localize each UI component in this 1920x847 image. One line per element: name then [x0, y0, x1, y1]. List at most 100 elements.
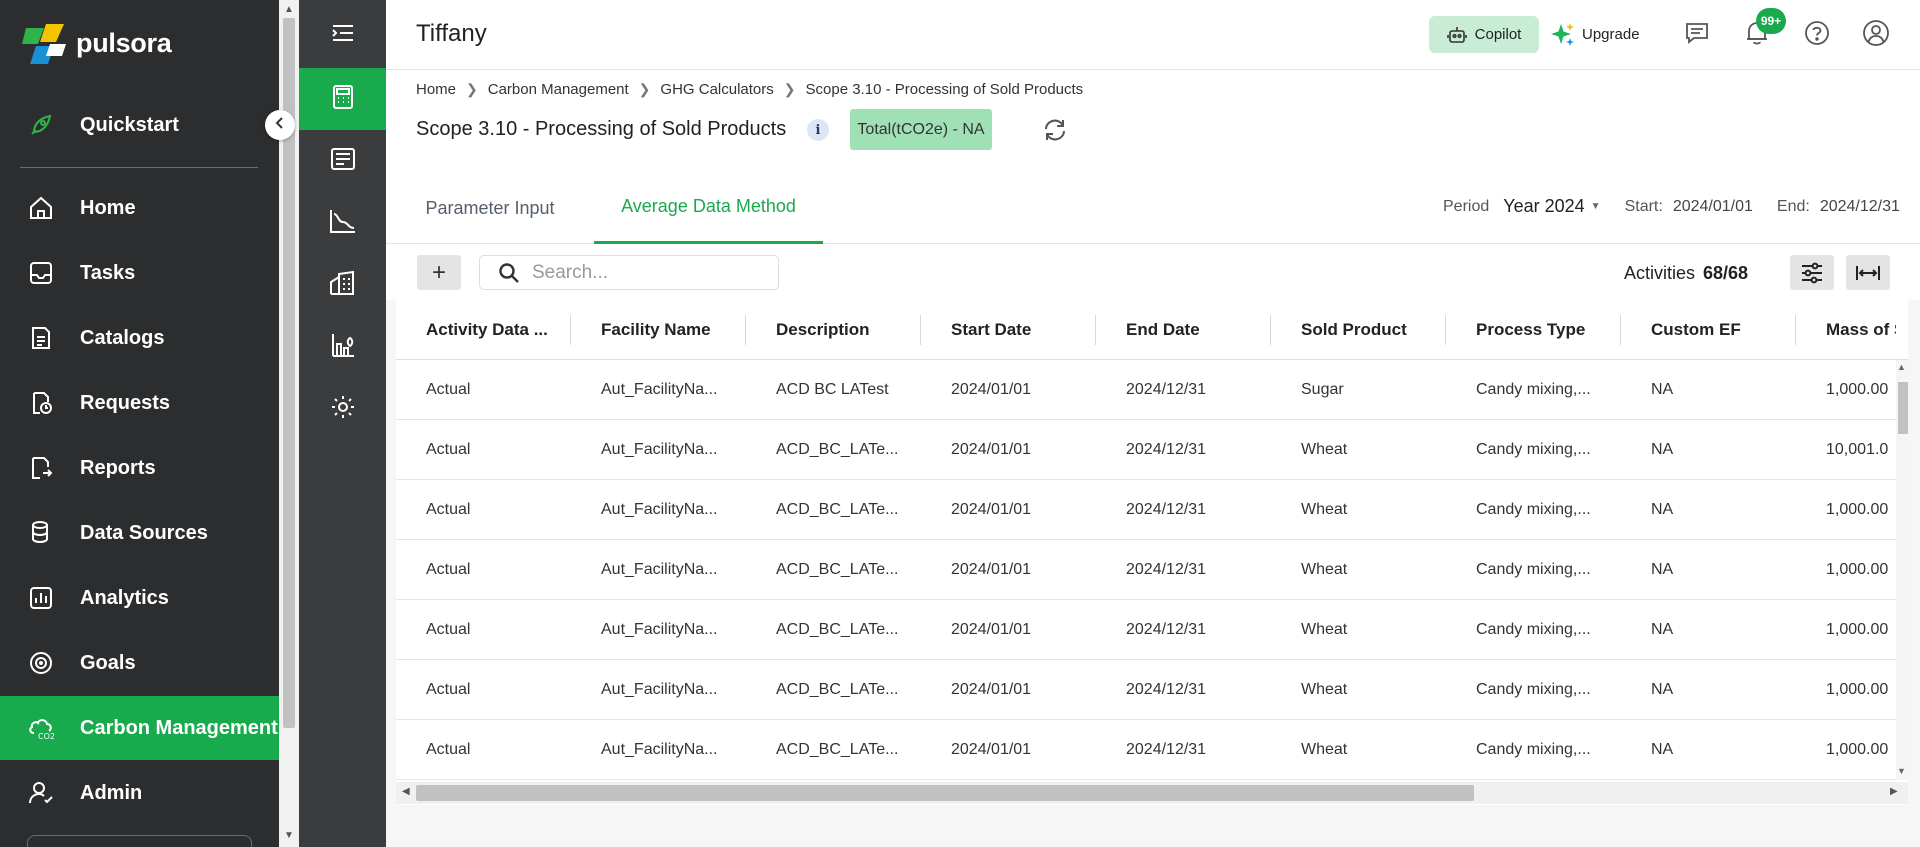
refresh-icon[interactable] [1042, 117, 1068, 143]
header-label: Custom EF [1651, 320, 1741, 339]
header-label: End Date [1126, 320, 1200, 339]
table-horizontal-scrollbar[interactable]: ◀ ▶ [396, 782, 1908, 804]
nav-item-admin[interactable]: Admin [0, 761, 279, 825]
rail-trends[interactable] [299, 192, 386, 254]
column-header-activity-data[interactable]: Activity Data ... [396, 300, 571, 360]
brand-logo[interactable]: pulsora [22, 20, 172, 66]
header-label: Activity Data ... [426, 320, 548, 339]
breadcrumb-carbon-management[interactable]: Carbon Management [488, 81, 629, 98]
line-chart-icon [329, 208, 357, 239]
upgrade-button[interactable]: Upgrade [1550, 16, 1640, 53]
cell-facility-name: Aut_FacilityNa... [601, 681, 718, 698]
user-profile-button[interactable] [1861, 19, 1891, 50]
scroll-right-arrow-icon[interactable]: ▶ [1890, 786, 1898, 797]
period-dropdown[interactable]: Year 2024 [1503, 196, 1584, 217]
cell-end-date: 2024/12/31 [1126, 621, 1207, 638]
filter-settings-button[interactable] [1790, 255, 1834, 290]
scroll-left-arrow-icon[interactable]: ◀ [402, 786, 410, 797]
rail-settings[interactable] [299, 378, 386, 440]
rail-facilities[interactable] [299, 254, 386, 316]
breadcrumb-current: Scope 3.10 - Processing of Sold Products [805, 81, 1084, 98]
column-header-start-date[interactable]: Start Date [921, 300, 1096, 360]
search-field[interactable] [479, 255, 779, 290]
tab-average-data-method[interactable]: Average Data Method [594, 172, 823, 244]
scroll-up-arrow-icon[interactable]: ▲ [283, 4, 295, 16]
info-icon[interactable]: i [807, 119, 829, 141]
fit-columns-button[interactable] [1846, 255, 1890, 290]
nav-label: Data Sources [80, 521, 208, 544]
cell-facility-name: Aut_FacilityNa... [601, 381, 718, 398]
scrollbar-thumb[interactable] [1898, 382, 1908, 434]
column-header-custom-ef[interactable]: Custom EF [1621, 300, 1796, 360]
cell-description: ACD_BC_LATe... [776, 621, 899, 638]
help-button[interactable] [1802, 20, 1832, 50]
rail-menu-toggle[interactable] [299, 4, 386, 66]
table-row[interactable]: Actual Aut_FacilityNa... ACD_BC_LATe... 202… [396, 660, 1908, 720]
upgrade-label: Upgrade [1582, 26, 1640, 43]
nav-bottom-panel[interactable] [27, 835, 252, 847]
nav-item-goals[interactable]: Goals [0, 631, 279, 695]
table-row[interactable]: Actual Aut_FacilityNa... ACD_BC_LATe... 202… [396, 480, 1908, 540]
nav-item-tasks[interactable]: Tasks [0, 241, 279, 305]
nav-item-carbon-management[interactable]: CO2 Carbon Management [0, 696, 279, 760]
nav-item-analytics[interactable]: Analytics [0, 566, 279, 630]
tab-parameter-input[interactable]: Parameter Input [386, 172, 594, 244]
column-header-facility-name[interactable]: Facility Name [571, 300, 746, 360]
chevron-right-icon: ❯ [783, 81, 796, 97]
main-content: Tiffany Copilot Upgrade 99+ Home ❯ Carbo… [386, 0, 1920, 847]
cell-activity-data: Actual [426, 501, 471, 518]
nav-item-requests[interactable]: Requests [0, 371, 279, 435]
table-row[interactable]: Actual Aut_FacilityNa... ACD_BC_LATe... 202… [396, 420, 1908, 480]
cell-custom-ef: NA [1651, 441, 1674, 458]
nav-label: Admin [80, 781, 143, 804]
secondary-rail [299, 0, 386, 847]
copilot-label: Copilot [1474, 26, 1522, 43]
column-header-mass-of-sold[interactable]: Mass of So [1796, 300, 1896, 360]
breadcrumb-ghg-calculators[interactable]: GHG Calculators [660, 81, 773, 98]
admin-user-icon [26, 778, 56, 808]
column-header-description[interactable]: Description [746, 300, 921, 360]
table-row[interactable]: Actual Aut_FacilityNa... ACD_BC_LATe... 202… [396, 720, 1908, 780]
messages-button[interactable] [1682, 20, 1712, 50]
column-header-sold-product[interactable]: Sold Product [1271, 300, 1446, 360]
settings-icon [330, 394, 356, 425]
table-row[interactable]: Actual Aut_FacilityNa... ACD_BC_LATe... 202… [396, 600, 1908, 660]
cell-description: ACD_BC_LATe... [776, 501, 899, 518]
rail-emissions[interactable] [299, 316, 386, 378]
help-circle-icon [1804, 20, 1830, 51]
column-header-end-date[interactable]: End Date [1096, 300, 1271, 360]
cell-mass-of-sold: 1,000.00 [1826, 501, 1889, 518]
copilot-button[interactable]: Copilot [1429, 16, 1539, 53]
cell-custom-ef: NA [1651, 501, 1674, 518]
add-activity-button[interactable]: + [417, 255, 461, 290]
rail-ledger[interactable] [299, 130, 386, 192]
search-input[interactable] [532, 261, 752, 284]
cell-end-date: 2024/12/31 [1126, 681, 1207, 698]
nav-item-quickstart[interactable]: Quickstart [0, 93, 279, 157]
column-header-process-type[interactable]: Process Type [1446, 300, 1621, 360]
nav-item-data-sources[interactable]: Data Sources [0, 501, 279, 565]
start-label: Start: [1624, 197, 1663, 215]
activities-counter: Activities 68/68 [1624, 263, 1748, 284]
start-date: 2024/01/01 [1672, 197, 1753, 215]
rail-calculators[interactable] [299, 68, 386, 130]
end-date: 2024/12/31 [1819, 197, 1900, 215]
caret-down-icon[interactable]: ▼ [1591, 201, 1601, 212]
table-vertical-scrollbar[interactable]: ▲ ▼ [1896, 360, 1908, 780]
expand-width-icon [1855, 263, 1881, 283]
scrollbar-thumb[interactable] [416, 785, 1474, 801]
collapse-nav-button[interactable] [265, 110, 295, 140]
nav-label: Quickstart [80, 113, 179, 136]
cell-description: ACD BC LATest [776, 381, 889, 398]
cell-process-type: Candy mixing,... [1476, 501, 1591, 518]
inbox-icon [26, 258, 56, 288]
nav-item-catalogs[interactable]: Catalogs [0, 306, 279, 370]
nav-item-reports[interactable]: Reports [0, 436, 279, 500]
scroll-up-arrow-icon[interactable]: ▲ [1897, 362, 1906, 372]
nav-item-home[interactable]: Home [0, 176, 279, 240]
scroll-down-arrow-icon[interactable]: ▼ [1897, 766, 1906, 776]
table-row[interactable]: Actual Aut_FacilityNa... ACD_BC_LATe... 202… [396, 540, 1908, 600]
table-row[interactable]: Actual Aut_FacilityNa... ACD BC LATest 2024… [396, 360, 1908, 420]
scroll-down-arrow-icon[interactable]: ▼ [283, 830, 295, 842]
breadcrumb-home[interactable]: Home [416, 81, 456, 98]
